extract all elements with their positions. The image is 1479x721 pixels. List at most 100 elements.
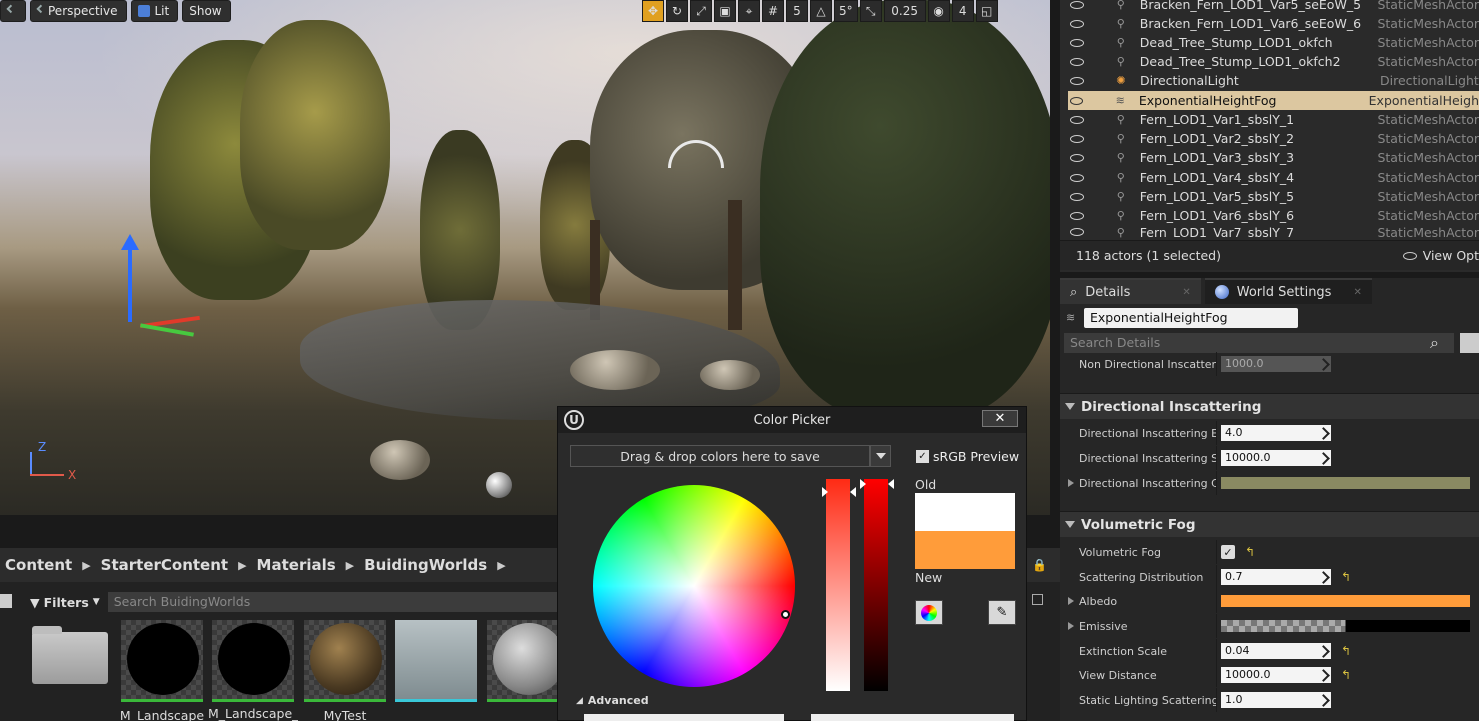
search-details-input[interactable]: Search Details bbox=[1064, 333, 1454, 353]
outliner-row[interactable]: ⚲ Fern_LOD1_Var7_sbslY_7 StaticMeshActor bbox=[1068, 225, 1479, 239]
world-local-icon[interactable]: ▣ bbox=[714, 0, 736, 22]
translate-tool-icon[interactable]: ✥ bbox=[642, 0, 664, 22]
outliner-row[interactable]: ⚲ Fern_LOD1_Var5_sbslY_5 StaticMeshActor bbox=[1068, 187, 1479, 206]
view-options-button[interactable]: View Opt bbox=[1402, 248, 1479, 263]
outliner-row[interactable]: ⚲ Fern_LOD1_Var3_sbslY_3 StaticMeshActor bbox=[1068, 148, 1479, 167]
perspective-button[interactable]: Perspective bbox=[30, 0, 127, 22]
outliner-row[interactable]: ⚲ Fern_LOD1_Var2_sbslY_2 StaticMeshActor bbox=[1068, 129, 1479, 148]
outliner-row[interactable]: ✺ DirectionalLight DirectionalLight bbox=[1068, 71, 1479, 90]
asset-thumbnail[interactable] bbox=[304, 620, 386, 702]
gizmo-z-axis[interactable] bbox=[128, 240, 132, 322]
tab-details[interactable]: ⌕ Details ✕ bbox=[1060, 278, 1201, 304]
tab-world-settings[interactable]: World Settings ✕ bbox=[1204, 278, 1372, 304]
outliner-row[interactable]: ⚲ Dead_Tree_Stump_LOD1_okfch2 StaticMesh… bbox=[1068, 52, 1479, 71]
asset-thumbnail[interactable] bbox=[121, 620, 203, 702]
srgb-preview-checkbox[interactable]: ✓ sRGB Preview bbox=[916, 449, 1019, 464]
advanced-field[interactable] bbox=[584, 714, 784, 721]
slider-handle[interactable] bbox=[888, 479, 894, 489]
section-directional-inscattering[interactable]: Directional Inscattering bbox=[1060, 393, 1479, 419]
surface-snap-icon[interactable]: ⌖ bbox=[738, 0, 760, 22]
expand-arrow-icon[interactable] bbox=[1068, 597, 1074, 605]
asset-thumbnail[interactable] bbox=[212, 620, 294, 702]
chevron-right-icon[interactable]: ▶ bbox=[238, 559, 246, 572]
chevron-right-icon[interactable]: ▶ bbox=[346, 559, 354, 572]
albedo-color-swatch[interactable] bbox=[1221, 595, 1470, 607]
color-wheel-mode-icon[interactable] bbox=[915, 600, 943, 625]
visibility-eye-icon[interactable] bbox=[1070, 96, 1084, 105]
outliner-row[interactable]: ⚲ Bracken_Fern_LOD1_Var6_seEoW_6 StaticM… bbox=[1068, 14, 1479, 33]
outliner-row[interactable]: ⚲ Fern_LOD1_Var4_sbslY_4 StaticMeshActor bbox=[1068, 168, 1479, 187]
object-name-field[interactable]: ExponentialHeightFog bbox=[1084, 308, 1298, 328]
camera-speed-icon[interactable]: ◉ bbox=[927, 0, 950, 22]
view-options-button[interactable] bbox=[0, 0, 26, 22]
emissive-color-swatch[interactable] bbox=[1221, 620, 1470, 632]
eyedropper-icon[interactable]: ✎ bbox=[988, 600, 1016, 625]
scattering-distribution-field[interactable]: 0.7 bbox=[1221, 569, 1331, 585]
visibility-eye-icon[interactable] bbox=[1070, 0, 1084, 9]
value-slider[interactable] bbox=[864, 479, 888, 691]
sphere-reflection-icon[interactable] bbox=[486, 472, 512, 498]
expand-arrow-icon[interactable] bbox=[1068, 479, 1074, 487]
dir-color-swatch[interactable] bbox=[1221, 477, 1470, 489]
checkbox[interactable]: ✓ bbox=[916, 450, 929, 463]
scale-snap-icon[interactable]: ⤡ bbox=[859, 0, 882, 22]
color-theme-drop-zone[interactable]: Drag & drop colors here to save bbox=[570, 445, 870, 467]
slider-handle[interactable] bbox=[822, 487, 828, 497]
close-tab-icon[interactable]: ✕ bbox=[1353, 287, 1361, 298]
rotation-snap-value[interactable]: 5° bbox=[834, 0, 858, 22]
dir-start-distance-field[interactable]: 10000.0 bbox=[1221, 450, 1331, 466]
expand-arrow-icon[interactable] bbox=[1068, 622, 1074, 630]
rotate-tool-icon[interactable]: ↻ bbox=[666, 0, 688, 22]
outliner-row[interactable]: ⚲ Fern_LOD1_Var6_sbslY_6 StaticMeshActor bbox=[1068, 206, 1479, 225]
outliner-row[interactable]: ⚲ Fern_LOD1_Var1_sbslY_1 StaticMeshActor bbox=[1068, 110, 1479, 129]
show-button[interactable]: Show bbox=[182, 0, 231, 22]
visibility-eye-icon[interactable] bbox=[1070, 228, 1084, 236]
visibility-eye-icon[interactable] bbox=[1070, 38, 1084, 47]
extinction-scale-field[interactable]: 0.04 bbox=[1221, 643, 1331, 659]
color-picker-titlebar[interactable]: U Color Picker ✕ bbox=[558, 407, 1026, 433]
visibility-eye-icon[interactable] bbox=[1070, 173, 1084, 182]
close-button[interactable]: ✕ bbox=[982, 410, 1018, 427]
visibility-eye-icon[interactable] bbox=[1070, 76, 1084, 85]
visibility-eye-icon[interactable] bbox=[1070, 57, 1084, 66]
visibility-eye-icon[interactable] bbox=[1070, 115, 1084, 124]
chevron-right-icon[interactable]: ▶ bbox=[82, 559, 90, 572]
view-distance-field[interactable]: 10000.0 bbox=[1221, 667, 1331, 683]
close-tab-icon[interactable]: ✕ bbox=[1182, 287, 1190, 298]
static-lighting-field[interactable]: 1.0 bbox=[1221, 692, 1331, 708]
chevron-right-icon[interactable]: ▶ bbox=[497, 559, 505, 572]
crumb-starter-content[interactable]: StarterContent bbox=[101, 556, 228, 574]
visibility-eye-icon[interactable] bbox=[1070, 134, 1084, 143]
visibility-eye-icon[interactable] bbox=[1070, 192, 1084, 201]
slider-handle[interactable] bbox=[850, 487, 856, 497]
property-matrix-icon[interactable] bbox=[1460, 333, 1479, 353]
gizmo-z-arrow[interactable] bbox=[121, 234, 139, 250]
reset-arrow-icon[interactable]: ↰ bbox=[1341, 570, 1351, 584]
visibility-eye-icon[interactable] bbox=[1070, 211, 1084, 220]
dir-exponent-field[interactable]: 4.0 bbox=[1221, 425, 1331, 441]
folder-icon[interactable] bbox=[32, 626, 108, 684]
maximize-viewport-icon[interactable]: ◱ bbox=[975, 0, 998, 22]
outliner-row[interactable]: ⚲ Bracken_Fern_LOD1_Var5_seEoW_5 StaticM… bbox=[1068, 0, 1479, 14]
color-wheel-marker[interactable] bbox=[781, 610, 790, 619]
crumb-materials[interactable]: Materials bbox=[257, 556, 336, 574]
advanced-field[interactable] bbox=[811, 714, 1014, 721]
crumb-buidingworlds[interactable]: BuidingWorlds bbox=[364, 556, 487, 574]
non-directional-field[interactable]: 1000.0 bbox=[1221, 356, 1331, 372]
asset-thumbnail[interactable] bbox=[395, 620, 477, 702]
chevron-down-icon[interactable] bbox=[870, 445, 891, 467]
slider-handle[interactable] bbox=[860, 479, 866, 489]
color-wheel[interactable] bbox=[593, 485, 795, 687]
save-icon[interactable] bbox=[1032, 594, 1043, 605]
reset-arrow-icon[interactable]: ↰ bbox=[1245, 545, 1255, 559]
rotation-snap-icon[interactable]: △ bbox=[810, 0, 832, 22]
camera-speed-value[interactable]: 4 bbox=[951, 0, 974, 22]
reset-arrow-icon[interactable]: ↰ bbox=[1341, 668, 1351, 682]
asset-thumbnail[interactable] bbox=[487, 620, 565, 702]
section-volumetric-fog[interactable]: Volumetric Fog bbox=[1060, 511, 1479, 537]
reset-arrow-icon[interactable]: ↰ bbox=[1341, 644, 1351, 658]
crumb-content[interactable]: Content bbox=[5, 556, 72, 574]
grid-snap-icon[interactable]: # bbox=[762, 0, 784, 22]
scale-tool-icon[interactable]: ⤢ bbox=[690, 0, 712, 22]
visibility-eye-icon[interactable] bbox=[1070, 153, 1084, 162]
